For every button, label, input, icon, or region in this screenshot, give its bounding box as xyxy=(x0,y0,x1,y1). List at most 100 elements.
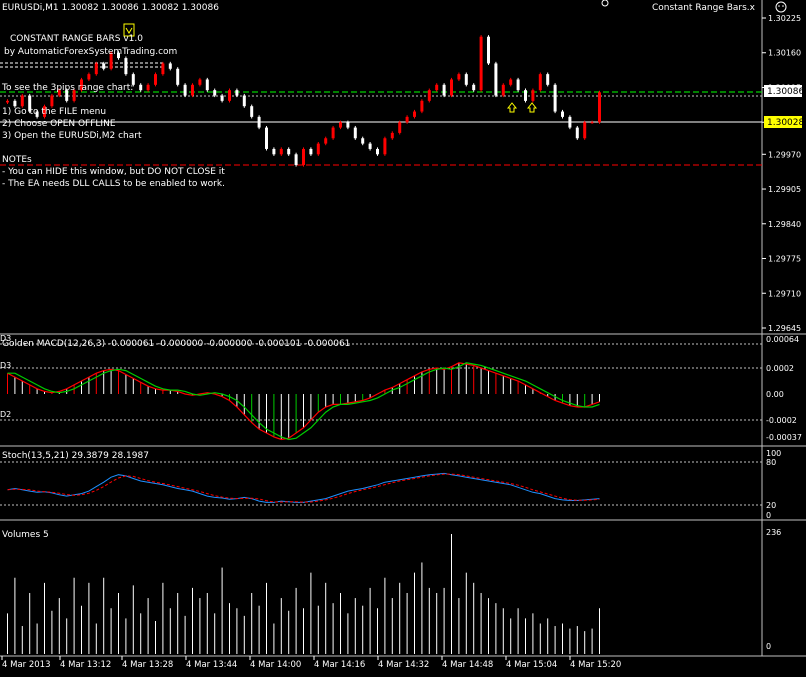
stoch-tick: 20 xyxy=(766,501,776,510)
macd-left-mark: D3 xyxy=(0,361,11,370)
volume-bars xyxy=(7,534,600,654)
candle-body xyxy=(464,74,468,85)
candle-body xyxy=(287,148,291,155)
candle-body xyxy=(420,100,424,112)
candle-body xyxy=(546,74,550,85)
time-tick-label: 4 Mar 2013 xyxy=(2,660,50,670)
stoch-tick: 80 xyxy=(766,458,776,467)
candle-body xyxy=(6,100,9,103)
volume-tick: 0 xyxy=(766,642,771,651)
price-tick-label: 1.30160 xyxy=(768,49,801,58)
time-tick-label: 4 Mar 14:00 xyxy=(250,660,301,670)
up-arrow-icon xyxy=(526,102,538,113)
overlay-notes-title: NOTEs xyxy=(2,155,32,165)
overlay-step-3: 3) Open the EURUSDi,M2 chart xyxy=(2,131,142,141)
candle-body xyxy=(139,84,143,91)
candle-body xyxy=(324,138,328,144)
candle-body xyxy=(235,90,239,96)
candle-body xyxy=(279,148,283,155)
price-tick-label: 1.29905 xyxy=(768,185,801,194)
bid-price-label: 1.30086 xyxy=(767,87,804,97)
candle-body xyxy=(242,95,246,107)
macd-tick: 0.00064 xyxy=(766,335,799,344)
overlay-step-1: 1) Go to the FILE menu xyxy=(2,107,106,117)
candle-body xyxy=(102,63,106,69)
ea-smile-icon xyxy=(775,1,787,13)
candle-body xyxy=(568,116,572,128)
time-axis[interactable]: 4 Mar 2013 4 Mar 13:12 4 Mar 13:28 4 Mar 13… xyxy=(1,656,621,670)
candle-body xyxy=(590,122,594,124)
candle-body xyxy=(553,84,557,112)
overlay-note-1: - You can HIDE this window, but DO NOT C… xyxy=(2,167,225,177)
candle-body xyxy=(450,79,453,96)
candle-body xyxy=(191,84,194,96)
candle-body xyxy=(524,90,527,101)
candle-body xyxy=(198,79,202,85)
stoch-tick: 100 xyxy=(766,449,781,458)
stoch-tick: 0 xyxy=(766,511,771,520)
candle-body xyxy=(413,111,416,117)
candle-body xyxy=(183,84,187,96)
candle-body xyxy=(124,58,128,75)
candle-body xyxy=(205,79,209,91)
candle-body xyxy=(168,63,172,69)
overlay-instructions-title: To see the 3pips range chart: xyxy=(1,83,133,93)
stoch-signal-line xyxy=(7,473,600,503)
level-price-label: 1.30028 xyxy=(767,118,804,128)
candle-body xyxy=(575,127,579,139)
candle-body xyxy=(353,127,357,139)
candle-body xyxy=(87,74,91,80)
candle-body xyxy=(487,36,490,64)
candle-body xyxy=(405,116,409,123)
volume-tick: 236 xyxy=(766,528,781,537)
candle-body xyxy=(376,148,379,155)
macd-tick: 0.00 xyxy=(766,390,784,399)
candle-body xyxy=(398,122,402,133)
symbol-title: EURUSDi,M1 1.30082 1.30086 1.30082 1.300… xyxy=(2,3,219,13)
mt4-chart-window: EURUSDi,M1 1.30082 1.30086 1.30082 1.300… xyxy=(0,0,806,673)
time-tick-label: 4 Mar 13:44 xyxy=(186,660,237,670)
candle-body xyxy=(561,111,564,117)
candle-body xyxy=(220,95,224,101)
overlay-header: CONSTANT RANGE BARS v1.0 xyxy=(10,34,143,44)
macd-tick: 0.0002 xyxy=(766,364,794,373)
candle-body xyxy=(583,122,587,139)
price-tick-label: 1.29710 xyxy=(768,289,801,298)
overlay-step-2: 2) Choose OPEN OFFLINE xyxy=(2,119,116,129)
candle-body xyxy=(390,132,394,139)
macd-left-mark: D3 xyxy=(0,334,11,343)
candle-body xyxy=(316,143,320,155)
candle-body xyxy=(598,92,601,123)
price-tick-label: 1.29970 xyxy=(768,150,801,159)
candle-body xyxy=(531,90,535,101)
candle-body xyxy=(516,79,520,91)
time-tick-label: 4 Mar 13:12 xyxy=(60,660,111,670)
time-tick-label: 4 Mar 13:28 xyxy=(122,660,173,670)
candle-body xyxy=(383,138,387,155)
stoch-main-line xyxy=(7,472,600,503)
time-tick-label: 4 Mar 14:16 xyxy=(314,660,365,670)
candle-body xyxy=(250,106,254,117)
candle-body xyxy=(176,68,180,85)
candle-body xyxy=(154,74,157,85)
macd-tick: -0.0002 xyxy=(766,416,797,425)
candle-body xyxy=(272,148,276,155)
price-tick-label: 1.30225 xyxy=(768,14,801,23)
candle-body xyxy=(339,122,342,128)
price-tick-label: 1.29840 xyxy=(768,220,801,229)
candle-body xyxy=(13,100,17,107)
price-tick-label: 1.29645 xyxy=(768,324,801,333)
candle-body xyxy=(265,127,268,149)
scroll-marker-icon[interactable] xyxy=(601,0,609,7)
price-axis[interactable]: 1.302251.301601.300951.300301.299701.299… xyxy=(762,14,801,333)
candle-body xyxy=(361,138,365,144)
time-tick-label: 4 Mar 15:20 xyxy=(570,660,621,670)
candle-body xyxy=(509,79,513,85)
candle-body xyxy=(50,95,54,107)
candle-body xyxy=(457,74,461,80)
candle-body xyxy=(501,84,505,96)
time-tick-label: 4 Mar 14:48 xyxy=(442,660,493,670)
candle-body xyxy=(442,84,446,96)
macd-label: Golden MACD(12,26,3) -0.000061 -0.000000… xyxy=(2,339,350,349)
macd-tick: -0.00037 xyxy=(766,433,802,442)
